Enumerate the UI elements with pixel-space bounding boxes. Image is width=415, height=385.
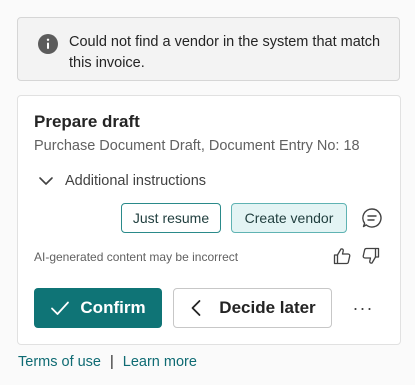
thumbs-down-icon[interactable] (362, 247, 380, 265)
checkmark-icon (51, 301, 70, 315)
decide-later-label: Decide later (219, 298, 316, 317)
banner-message: Could not find a vendor in the system th… (69, 34, 381, 71)
notification-banner: Could not find a vendor in the system th… (17, 17, 400, 81)
chevron-down-icon (39, 177, 53, 185)
additional-instructions-toggle[interactable]: Additional instructions (38, 170, 206, 192)
ai-disclaimer: AI-generated content may be incorrect (34, 250, 239, 264)
confirm-label: Confirm (80, 298, 146, 317)
card-subtitle: Purchase Document Draft, Document Entry … (34, 138, 360, 154)
chevron-left-icon (191, 300, 201, 316)
decide-later-button[interactable]: Decide later (173, 288, 332, 328)
card-title: Prepare draft (34, 112, 140, 131)
just-resume-button[interactable]: Just resume (121, 203, 221, 233)
learn-more-link[interactable]: Learn more (123, 354, 197, 370)
terms-of-use-link[interactable]: Terms of use (18, 354, 101, 370)
chat-bubble-icon[interactable] (361, 207, 383, 229)
more-options-button[interactable]: ··· (351, 296, 375, 320)
confirm-button[interactable]: Confirm (34, 288, 162, 328)
info-icon (38, 34, 58, 54)
create-vendor-button[interactable]: Create vendor (231, 203, 347, 233)
footer: Terms of use | Learn more (18, 354, 197, 370)
additional-instructions-label: Additional instructions (65, 173, 207, 189)
prepare-draft-card: Prepare draft Purchase Document Draft, D… (17, 95, 401, 345)
thumbs-up-icon[interactable] (333, 247, 351, 265)
footer-separator: | (110, 354, 114, 370)
